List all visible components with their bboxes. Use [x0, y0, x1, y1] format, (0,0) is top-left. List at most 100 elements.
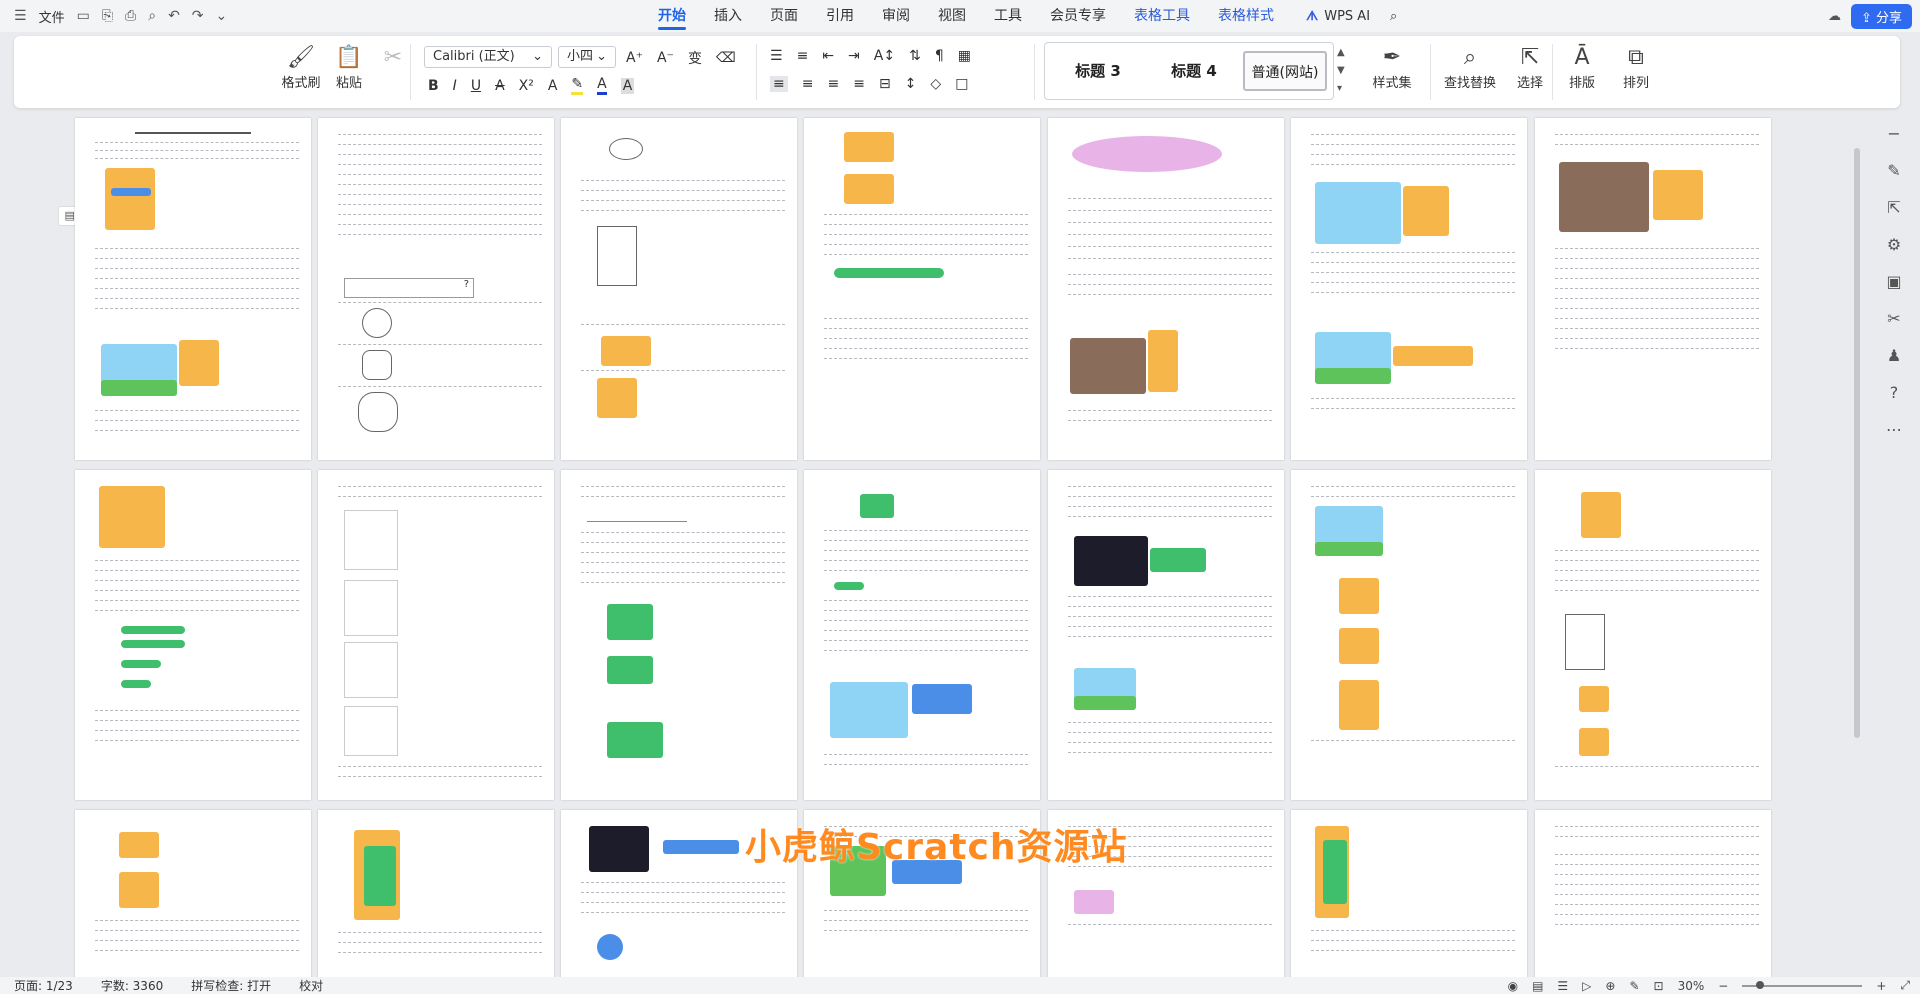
page-thumbnail[interactable]: [804, 470, 1040, 800]
play-icon[interactable]: ▷: [1582, 979, 1591, 993]
style-heading4[interactable]: 标题 4: [1149, 51, 1239, 91]
pen-mode-icon[interactable]: ✎: [1629, 979, 1639, 993]
cloud-icon[interactable]: ☁: [1828, 9, 1841, 24]
menu-icon[interactable]: ☰: [14, 8, 27, 24]
share-button[interactable]: ⇪ 分享: [1850, 3, 1912, 29]
page-view-icon[interactable]: ▤: [1532, 979, 1543, 993]
page-thumbnail[interactable]: [561, 118, 797, 460]
line-spacing-icon[interactable]: ↕: [905, 76, 917, 92]
fullscreen-icon[interactable]: ⤢: [1900, 978, 1910, 993]
page-thumbnail[interactable]: [1291, 118, 1527, 460]
page-thumbnail[interactable]: [561, 470, 797, 800]
align-center-icon[interactable]: ≡: [802, 76, 814, 92]
search-icon[interactable]: ⌕: [1390, 9, 1397, 24]
numbered-list-icon[interactable]: ≡: [797, 48, 809, 64]
align-right-icon[interactable]: ≡: [827, 76, 839, 92]
minus-icon[interactable]: −: [1887, 124, 1900, 143]
zoom-slider[interactable]: [1742, 980, 1863, 989]
font-name-select[interactable]: Calibri (正文) ⌄: [424, 46, 552, 68]
vertical-scrollbar[interactable]: [1852, 118, 1862, 968]
distribute-icon[interactable]: ⊟: [879, 76, 891, 92]
highlight-icon[interactable]: ✎: [571, 76, 584, 95]
chevron-down-icon[interactable]: ⌄: [216, 8, 228, 24]
page-indicator[interactable]: 页面: 1/23: [0, 977, 87, 994]
page-thumbnail[interactable]: [75, 118, 311, 460]
tab-home[interactable]: 开始: [644, 0, 700, 32]
tab-member[interactable]: 会员专享: [1036, 0, 1120, 32]
word-count[interactable]: 字数: 3360: [87, 977, 177, 994]
page-thumbnail[interactable]: [1048, 118, 1284, 460]
tab-tools[interactable]: 工具: [980, 0, 1036, 32]
file-menu[interactable]: 文件: [39, 7, 65, 26]
shrink-font-icon[interactable]: A⁻: [657, 50, 674, 66]
underline-icon[interactable]: U: [471, 78, 481, 94]
sort-icon[interactable]: ⇅: [909, 48, 921, 64]
decrease-indent-icon[interactable]: ⇤: [822, 48, 834, 64]
tab-table-tools[interactable]: 表格工具: [1120, 0, 1204, 32]
outline-view-icon[interactable]: ☰: [1557, 979, 1568, 993]
help-icon[interactable]: ?: [1890, 383, 1899, 402]
tab-references[interactable]: 引用: [812, 0, 868, 32]
wps-ai-button[interactable]: ᗑ WPS AI ⌕: [1306, 0, 1397, 32]
font-color-icon[interactable]: A: [597, 76, 607, 95]
font-size-select[interactable]: 小四 ⌄: [558, 46, 616, 68]
zoom-in-icon[interactable]: +: [1876, 979, 1886, 993]
print-icon[interactable]: ⎙: [125, 8, 136, 24]
clear-format-icon[interactable]: ⌫: [716, 50, 736, 66]
cursor-icon[interactable]: ⇱: [1887, 198, 1900, 217]
strikethrough-icon[interactable]: A: [495, 78, 505, 94]
typesetting-button[interactable]: Ā 排版: [1554, 44, 1610, 91]
page-thumbnail[interactable]: [1048, 470, 1284, 800]
grow-font-icon[interactable]: A⁺: [626, 50, 643, 66]
page-thumbnail[interactable]: [1535, 470, 1771, 800]
page-thumbnail[interactable]: [318, 810, 554, 977]
page-thumbnail[interactable]: [1291, 810, 1527, 977]
export-icon[interactable]: ⎘: [102, 8, 113, 24]
style-heading3[interactable]: 标题 3: [1053, 51, 1143, 91]
page-thumbnail[interactable]: [75, 470, 311, 800]
phonetic-guide-icon[interactable]: 变: [688, 48, 702, 68]
eye-icon[interactable]: ◉: [1508, 979, 1518, 993]
zoom-level[interactable]: 30%: [1678, 979, 1705, 993]
tab-review[interactable]: 审阅: [868, 0, 924, 32]
zoom-slider-handle[interactable]: [1756, 980, 1765, 989]
page-thumbnail[interactable]: [75, 810, 311, 977]
align-left-icon[interactable]: ≡: [770, 76, 788, 92]
web-view-icon[interactable]: ⊕: [1605, 979, 1615, 993]
page-thumbnail[interactable]: [1291, 470, 1527, 800]
fit-page-icon[interactable]: ⊡: [1654, 979, 1664, 993]
select-button[interactable]: ⇱ 选择: [1500, 44, 1560, 91]
format-painter-button[interactable]: 🖌 格式刷: [278, 44, 324, 91]
bullet-list-icon[interactable]: ☰: [770, 48, 783, 64]
borders-icon[interactable]: □: [955, 76, 968, 92]
shirt-icon[interactable]: ♟: [1887, 346, 1901, 365]
style-set-button[interactable]: ✒ 样式集: [1350, 44, 1434, 91]
table-icon[interactable]: ▦: [958, 48, 971, 64]
increase-indent-icon[interactable]: ⇥: [848, 48, 860, 64]
paste-button[interactable]: 📋 粘贴: [326, 44, 372, 91]
undo-icon[interactable]: ↶: [168, 8, 180, 24]
superscript-icon[interactable]: X²: [519, 78, 534, 94]
page-thumbnail[interactable]: [804, 118, 1040, 460]
tab-view[interactable]: 视图: [924, 0, 980, 32]
justify-icon[interactable]: ≡: [853, 76, 865, 92]
tools-icon[interactable]: ✂: [1887, 309, 1900, 328]
print-preview-icon[interactable]: ⌕: [148, 8, 156, 24]
sliders-icon[interactable]: ⚙: [1887, 235, 1901, 254]
page-thumbnail[interactable]: [318, 470, 554, 800]
page-thumbnail[interactable]: ?: [318, 118, 554, 460]
text-effect-icon[interactable]: A: [548, 78, 558, 94]
show-marks-icon[interactable]: ¶: [935, 48, 944, 64]
save-icon[interactable]: ▭: [77, 8, 90, 24]
tab-page[interactable]: 页面: [756, 0, 812, 32]
italic-icon[interactable]: I: [453, 78, 457, 94]
shading-icon[interactable]: ◇: [930, 76, 941, 92]
scrollbar-thumb[interactable]: [1854, 148, 1860, 738]
proofread[interactable]: 校对: [285, 977, 337, 994]
page-thumbnail[interactable]: [1535, 810, 1771, 977]
text-direction-icon[interactable]: A↕: [874, 48, 895, 64]
more-icon[interactable]: ⋯: [1886, 420, 1902, 439]
pen-icon[interactable]: ✎: [1887, 161, 1900, 180]
page-thumbnail[interactable]: [1535, 118, 1771, 460]
spell-check[interactable]: 拼写检查: 打开: [177, 977, 285, 994]
